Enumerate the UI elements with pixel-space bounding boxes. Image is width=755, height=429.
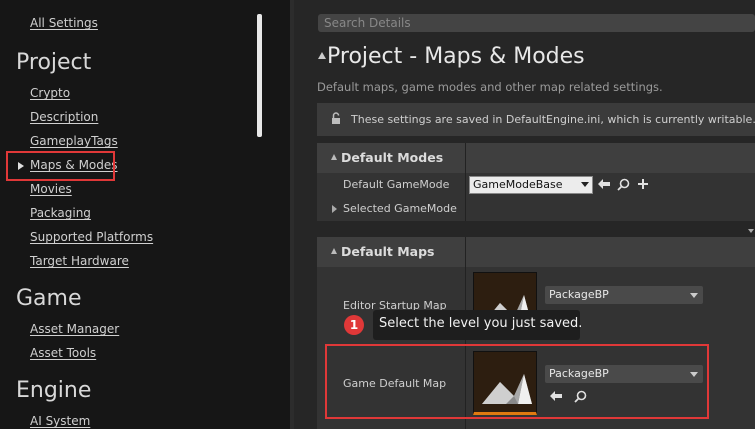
gamemode-dropdown[interactable]: GameModeBase: [469, 176, 593, 194]
advanced-chevron-icon[interactable]: [748, 229, 754, 233]
nav-packaging[interactable]: Packaging: [30, 206, 91, 220]
nav-description[interactable]: Description: [30, 110, 98, 124]
browse-search-icon[interactable]: [617, 178, 630, 191]
config-notice-text: These settings are saved in DefaultEngin…: [351, 113, 755, 126]
selected-gamemode-label: Selected GameMode: [343, 202, 457, 215]
collapse-arrow-icon[interactable]: [331, 154, 337, 160]
section-game: Game: [16, 286, 82, 311]
column-divider[interactable]: [465, 143, 466, 221]
category-default-modes-label: Default Modes: [341, 150, 444, 165]
section-project: Project: [16, 50, 92, 75]
nav-supported-platforms[interactable]: Supported Platforms: [30, 230, 153, 244]
nav-asset-manager[interactable]: Asset Manager: [30, 322, 119, 336]
nav-asset-tools[interactable]: Asset Tools: [30, 346, 96, 360]
page-title: Project - Maps & Modes: [327, 44, 585, 69]
default-gamemode-label: Default GameMode: [343, 178, 450, 191]
search-input[interactable]: Search Details: [318, 14, 755, 32]
category-default-maps-label: Default Maps: [341, 244, 435, 259]
page-subtitle: Default maps, game modes and other map r…: [317, 80, 663, 94]
unlock-icon: [332, 112, 340, 124]
nav-ai-system[interactable]: AI System: [30, 414, 90, 428]
nav-gameplaytags[interactable]: GameplayTags: [30, 134, 118, 148]
editor-startup-map-combo[interactable]: PackageBP: [545, 286, 703, 304]
nav-crypto[interactable]: Crypto: [30, 86, 70, 100]
chevron-down-icon: [690, 293, 698, 298]
use-selected-arrow-icon[interactable]: [597, 178, 611, 190]
expand-arrow-icon[interactable]: [332, 205, 337, 213]
nav-target-hardware[interactable]: Target Hardware: [30, 254, 129, 268]
maps-and-modes-highlight: [6, 151, 115, 181]
chevron-down-icon: [581, 182, 589, 187]
nav-all-settings[interactable]: All Settings: [30, 16, 98, 30]
collapse-arrow-icon[interactable]: [318, 52, 326, 59]
nav-movies[interactable]: Movies: [30, 182, 72, 196]
section-engine: Engine: [16, 378, 92, 403]
settings-sidebar: All Settings Project Crypto Description …: [0, 0, 290, 429]
collapse-arrow-icon[interactable]: [331, 248, 337, 254]
tutorial-tooltip-text: Select the level you just saved.: [379, 316, 583, 331]
add-plus-icon[interactable]: [637, 178, 649, 190]
game-default-map-highlight: [325, 344, 709, 419]
step-number-badge: 1: [344, 315, 364, 335]
sidebar-scrollbar[interactable]: [257, 14, 262, 137]
